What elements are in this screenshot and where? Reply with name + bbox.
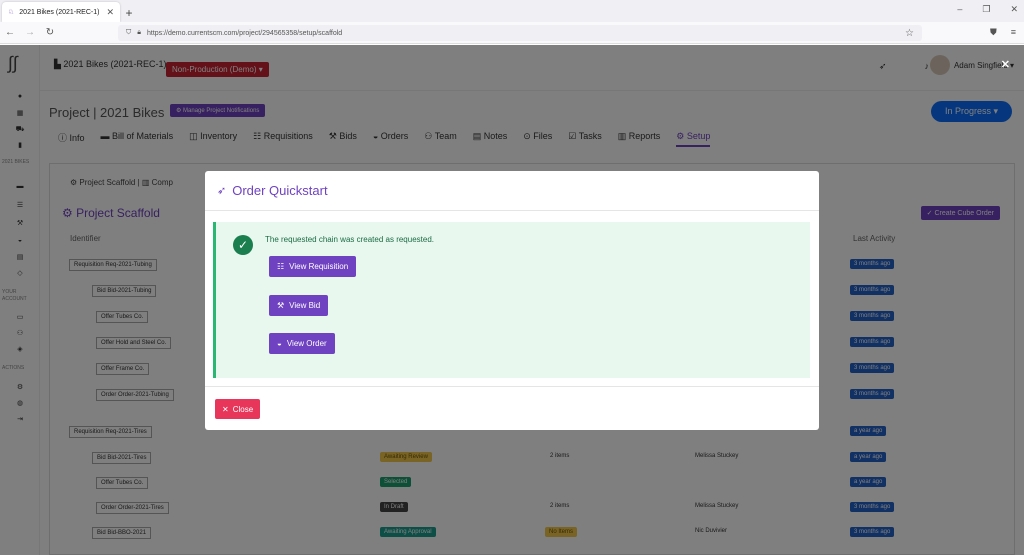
new-tab-button[interactable]: + — [120, 4, 138, 22]
menu-icon[interactable]: ≡ — [1011, 27, 1016, 38]
browser-nav-bar: ← → ↻ ⛉ 🔒︎ https://demo.currentscm.com/p… — [0, 22, 1024, 44]
browser-tab-bar: ♘ 2021 Bikes (2021-REC-1) ✕ + – ❐ ✕ — [0, 0, 1024, 22]
gavel-icon: ⚒ — [277, 301, 285, 310]
button-label: View Order — [286, 339, 327, 348]
close-icon: ✕ — [222, 404, 229, 414]
bookmark-star-icon[interactable]: ☆ — [905, 28, 914, 39]
window-controls: – ❐ ✕ — [957, 4, 1018, 15]
close-button[interactable]: ✕ Close — [215, 399, 261, 419]
view-bid-button[interactable]: ⚒ View Bid — [269, 295, 329, 316]
check-circle-icon: ✓ — [233, 235, 253, 255]
list-icon: ☷ — [277, 262, 285, 271]
url-text: https://demo.currentscm.com/project/2945… — [146, 29, 343, 37]
close-window-icon[interactable]: ✕ — [1010, 4, 1018, 15]
button-label: Close — [232, 404, 254, 414]
address-bar[interactable]: ⛉ 🔒︎ https://demo.currentscm.com/project… — [118, 25, 922, 41]
modal-title: Order Quickstart — [232, 183, 328, 198]
modal-footer: ✕ Close — [205, 386, 819, 430]
close-overlay-icon[interactable]: ✕ — [1001, 58, 1010, 71]
browser-tab[interactable]: ♘ 2021 Bikes (2021-REC-1) ✕ — [2, 2, 120, 22]
pocket-icon[interactable]: ⛊ — [990, 27, 997, 38]
browser-tab-title: 2021 Bikes (2021-REC-1) — [19, 8, 100, 16]
close-tab-icon[interactable]: ✕ — [106, 7, 114, 18]
view-requisition-button[interactable]: ☷ View Requisition — [269, 256, 357, 277]
modal-header: ➶ Order Quickstart — [205, 171, 819, 211]
rocket-icon: ➶ — [217, 185, 227, 197]
success-alert: ✓ The requested chain was created as req… — [213, 222, 810, 378]
order-quickstart-modal: ➶ Order Quickstart ✓ The requested chain… — [205, 171, 819, 430]
back-icon[interactable]: ← — [0, 27, 20, 38]
button-label: View Bid — [289, 301, 321, 310]
lock-icon: 🔒︎ — [137, 29, 141, 36]
shield-icon: ⛉ — [126, 29, 132, 36]
button-label: View Requisition — [289, 262, 349, 271]
tab-favicon-icon: ♘ — [8, 9, 15, 16]
view-order-button[interactable]: ◒ View Order — [269, 333, 335, 354]
success-message: The requested chain was created as reque… — [265, 235, 434, 244]
basket-icon: ◒ — [277, 339, 282, 348]
reload-icon[interactable]: ↻ — [40, 27, 60, 38]
restore-icon[interactable]: ❐ — [982, 4, 990, 15]
minimize-icon[interactable]: – — [957, 4, 962, 15]
forward-icon[interactable]: → — [20, 27, 40, 38]
